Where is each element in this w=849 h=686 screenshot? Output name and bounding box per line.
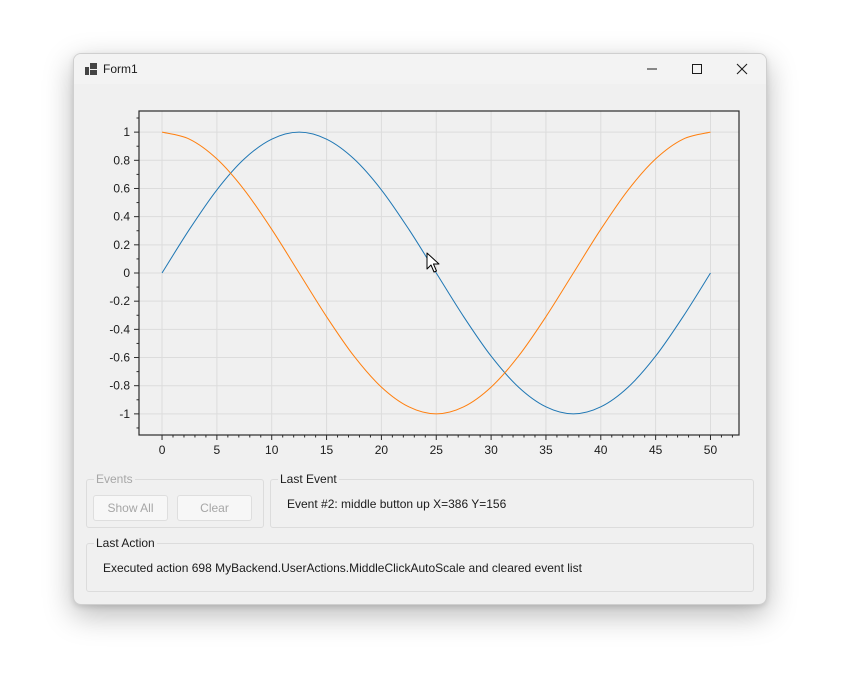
window-title: Form1: [103, 62, 138, 76]
title-bar[interactable]: Form1: [74, 54, 766, 84]
minimize-button[interactable]: [629, 54, 675, 84]
y-tick-label: 0.8: [113, 153, 130, 167]
maximize-button[interactable]: [674, 54, 720, 84]
y-tick-label: -0.2: [109, 294, 130, 308]
y-tick-label: 0.4: [113, 210, 130, 224]
clear-button[interactable]: Clear: [177, 495, 252, 521]
x-tick-label: 15: [320, 443, 334, 457]
close-button[interactable]: [719, 54, 765, 84]
x-tick-label: 20: [375, 443, 389, 457]
minimize-icon: [647, 68, 657, 70]
x-tick-label: 5: [214, 443, 221, 457]
last-event-text: Event #2: middle button up X=386 Y=156: [287, 497, 507, 511]
x-tick-label: 25: [430, 443, 444, 457]
events-group: Events Show All Clear: [86, 472, 264, 528]
y-tick-label: -0.8: [109, 379, 130, 393]
y-tick-label: 0.6: [113, 181, 130, 195]
y-tick-label: 1: [123, 125, 130, 139]
x-tick-label: 10: [265, 443, 279, 457]
last-event-group: Last Event Event #2: middle button up X=…: [270, 472, 754, 528]
y-tick-label: -0.6: [109, 351, 130, 365]
line-chart[interactable]: 0 5 10 15 20 25 30 35 40 45 50 1 0.8 0.6 0.4 0.2 0 -0.2 -0…: [74, 84, 766, 474]
y-tick-label: 0: [123, 266, 130, 280]
minor-ticks: [136, 117, 733, 438]
x-tick-label: 50: [704, 443, 718, 457]
last-action-group: Last Action Executed action 698 MyBacken…: [86, 536, 754, 592]
y-tick-label: 0.2: [113, 238, 130, 252]
x-tick-label: 45: [649, 443, 663, 457]
maximize-icon: [692, 64, 702, 74]
last-event-legend: Last Event: [278, 472, 339, 486]
y-tick-label: -0.4: [109, 322, 130, 336]
x-tick-label: 30: [484, 443, 498, 457]
plot-area[interactable]: 0 5 10 15 20 25 30 35 40 45 50 1 0.8 0.6 0.4 0.2 0 -0.2 -0…: [74, 84, 766, 474]
mouse-pointer-icon: [426, 252, 440, 273]
x-tick-label: 0: [159, 443, 166, 457]
events-group-legend: Events: [94, 472, 135, 486]
y-tick-label: -1: [119, 407, 130, 421]
x-tick-label: 35: [539, 443, 553, 457]
axis-ticks: 0 5 10 15 20 25 30 35 40 45 50 1 0.8 0.6 0.4 0.2 0 -0.2 -0…: [109, 125, 717, 457]
last-action-text: Executed action 698 MyBackend.UserAction…: [103, 561, 582, 575]
form1-window: Form1 0 5 10 15 20 25 30 35 40 45 50 1 0.8 0.6 0.4 0.2 0…: [73, 53, 767, 605]
app-icon: [85, 63, 97, 75]
x-tick-label: 40: [594, 443, 608, 457]
close-icon: [736, 63, 748, 75]
last-action-legend: Last Action: [94, 536, 157, 550]
show-all-button[interactable]: Show All: [93, 495, 168, 521]
